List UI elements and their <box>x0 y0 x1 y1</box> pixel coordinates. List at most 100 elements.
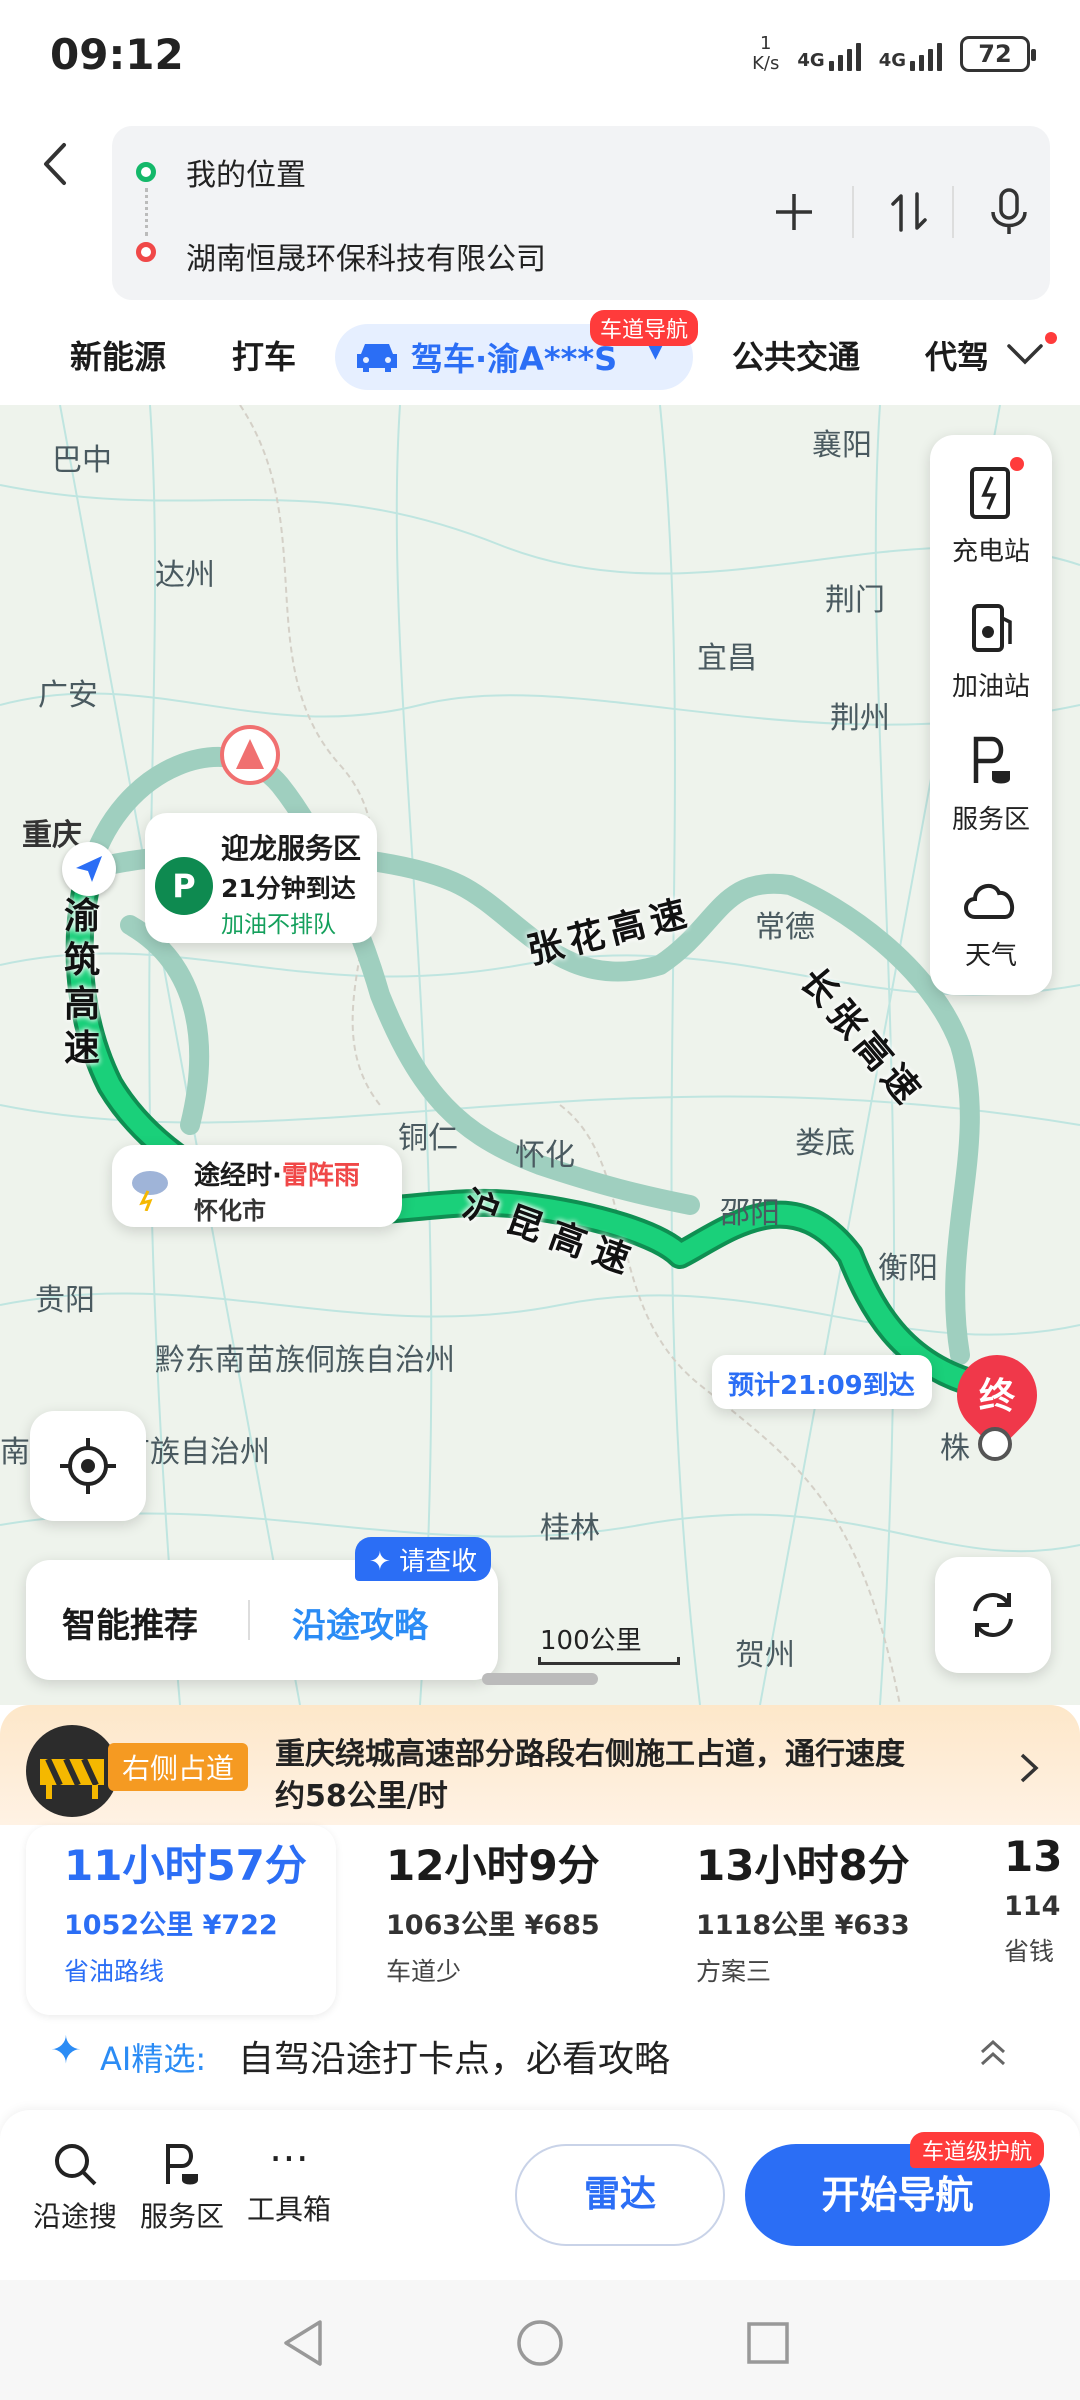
charging-station-button[interactable]: 充电站 <box>930 457 1052 568</box>
more-dots-icon: ⋯ <box>269 2135 309 2181</box>
route-connector <box>145 188 148 236</box>
cloud-icon <box>964 883 1015 919</box>
collapse-icon[interactable] <box>978 2038 1008 2068</box>
back-arrow-icon <box>44 143 66 185</box>
signal-bars-icon <box>828 37 861 71</box>
weather-condition: 雷阵雨 <box>281 1161 360 1191</box>
drive-tab-label: 驾车·渝A***S <box>411 340 618 378</box>
origin-dot-icon <box>136 162 156 182</box>
road-label: 渝筑高速 <box>63 896 100 1069</box>
status-time: 09:12 <box>50 30 184 79</box>
nav-back-icon[interactable] <box>280 2318 326 2368</box>
city-label: 广安 <box>38 678 98 713</box>
system-nav-bar <box>0 2280 1080 2400</box>
map-scale-bar <box>538 1657 680 1665</box>
tab-taxi[interactable]: 打车 <box>232 332 296 378</box>
weather-card[interactable]: 途经时·雷阵雨 怀化市 <box>112 1145 402 1227</box>
swap-button[interactable] <box>877 180 941 244</box>
alert-line-2: 约58公里/时 <box>275 1779 448 1814</box>
city-label: 荆州 <box>830 701 890 736</box>
service-area-card[interactable]: P 迎龙服务区 21分钟到达 加油不排队 <box>145 813 377 943</box>
weather-label: 天气 <box>964 941 1017 971</box>
city-label: 怀化 <box>515 1138 575 1173</box>
destination-field[interactable]: 湖南恒晟环保科技有限公司 <box>186 234 546 278</box>
nav-home-icon[interactable] <box>515 2318 565 2368</box>
nav-recents-icon[interactable] <box>745 2320 791 2366</box>
refresh-route-button[interactable] <box>935 1557 1051 1673</box>
city-label: 邵阳 <box>720 1196 780 1231</box>
microphone-icon <box>991 188 1027 234</box>
route-option-2[interactable]: 12小时9分 1063公里 ¥685 车道少 <box>386 1832 600 2012</box>
destination-dot-icon <box>136 242 156 262</box>
add-waypoint-button[interactable] <box>762 180 826 244</box>
tab-public-transit[interactable]: 公共交通 <box>732 332 860 378</box>
more-tabs-button[interactable] <box>1005 332 1057 382</box>
service-area-note: 加油不排队 <box>221 912 336 938</box>
current-location-marker <box>62 842 116 896</box>
gas-station-label: 加油站 <box>951 672 1030 702</box>
service-area-time: 21分钟到达 <box>221 874 356 903</box>
city-label: 贵阳 <box>35 1283 95 1318</box>
city-label: 娄底 <box>795 1126 855 1161</box>
traffic-alert[interactable]: 右侧占道 重庆绕城高速部分路段右侧施工占道，通行速度 约58公里/时 <box>0 1705 1080 1825</box>
ai-picks-row[interactable]: ✦ AI精选: 自驾沿途打卡点，必看攻略 <box>0 2010 1080 2100</box>
thunderstorm-icon <box>124 1161 174 1212</box>
lane-nav-badge: 车道导航 <box>590 310 699 346</box>
signal-2: 4G <box>879 37 942 71</box>
city-label: 贺州 <box>735 1638 795 1673</box>
route-option-4[interactable]: 13 114 省钱 <box>1004 1832 1080 2012</box>
charging-icon <box>970 467 1010 519</box>
eta-label: 预计21:09到达 <box>712 1355 932 1409</box>
smart-recommend-tab[interactable]: 智能推荐 <box>62 1598 198 1647</box>
tab-new-energy[interactable]: 新能源 <box>70 332 166 378</box>
service-area-name: 迎龙服务区 <box>221 832 362 865</box>
chevron-down-icon <box>1007 344 1043 365</box>
route-option-1[interactable]: 11小时57分 1052公里 ¥722 省油路线 <box>64 1832 307 2012</box>
origin-field[interactable]: 我的位置 <box>186 150 306 194</box>
service-area-icon: P <box>155 857 213 915</box>
route-map[interactable]: 巴中 达州 广安 重庆 襄阳 荆门 宜昌 荆州 常德 娄底 邵阳 衡阳 怀化 铜… <box>0 405 1080 1705</box>
sparkle-icon: ✦ <box>50 2028 82 2072</box>
route-search-box: 我的位置 湖南恒晟环保科技有限公司 <box>112 126 1050 300</box>
route-option-3[interactable]: 13小时8分 1118公里 ¥633 方案三 <box>696 1832 910 2012</box>
toolbox-button[interactable]: ⋯ 工具箱 <box>244 2135 334 2228</box>
search-icon <box>55 2144 97 2186</box>
plus-icon <box>776 194 812 230</box>
route-guide-tab[interactable]: 沿途攻略 <box>292 1598 428 1647</box>
city-label: 荆门 <box>825 583 885 618</box>
route-options: 11小时57分 1052公里 ¥722 省油路线 12小时9分 1063公里 ¥… <box>0 1820 1080 2020</box>
back-button[interactable] <box>40 140 80 200</box>
city-label: 株 <box>940 1431 970 1466</box>
service-area-icon <box>973 736 1010 784</box>
weather-button[interactable]: 天气 <box>930 875 1052 972</box>
city-label: 桂林 <box>540 1511 600 1546</box>
charging-station-label: 充电站 <box>951 537 1030 567</box>
drag-handle[interactable] <box>482 1673 598 1685</box>
signal-bars-icon <box>910 37 942 71</box>
city-label: 铜仁 <box>398 1121 458 1156</box>
status-bar: 09:12 1 K/s 4G 4G 72 <box>0 0 1080 120</box>
city-label: 达州 <box>155 558 215 593</box>
bottom-action-bar: 沿途搜 服务区 ⋯ 工具箱 雷达 开始导航 车道级护航 <box>0 2110 1080 2280</box>
net-speed: 1 K/s <box>752 33 780 74</box>
search-along-route-button[interactable]: 沿途搜 <box>30 2140 120 2235</box>
destination-pin-label: 终 <box>978 1376 1015 1417</box>
voice-input-button[interactable] <box>977 180 1041 244</box>
radar-button[interactable]: 雷达 <box>515 2144 725 2246</box>
chevron-right-icon <box>1020 1753 1039 1783</box>
travel-mode-tabs: 新能源 打车 驾车·渝A***S ▼ 车道导航 公共交通 代驾 <box>0 310 1080 400</box>
ai-text: 自驾沿途打卡点，必看攻略 <box>238 2039 671 2080</box>
city-label: 常德 <box>755 910 815 945</box>
gas-station-button[interactable]: 加油站 <box>930 600 1052 703</box>
city-label: 宜昌 <box>697 641 757 676</box>
lane-level-badge: 车道级护航 <box>910 2132 1045 2168</box>
map-tools-panel: 充电站 加油站 服务区 天气 <box>930 435 1052 995</box>
roadblock-icon <box>26 1725 118 1817</box>
service-area-bottom-button[interactable]: 服务区 <box>137 2140 227 2235</box>
service-area-button[interactable]: 服务区 <box>930 733 1052 836</box>
city-label: 巴中 <box>52 443 112 478</box>
ai-label: AI精选: <box>100 2040 207 2078</box>
tab-designated-driver[interactable]: 代驾 <box>925 332 995 378</box>
service-area-icon <box>166 2144 198 2185</box>
locate-me-button[interactable] <box>30 1411 146 1521</box>
